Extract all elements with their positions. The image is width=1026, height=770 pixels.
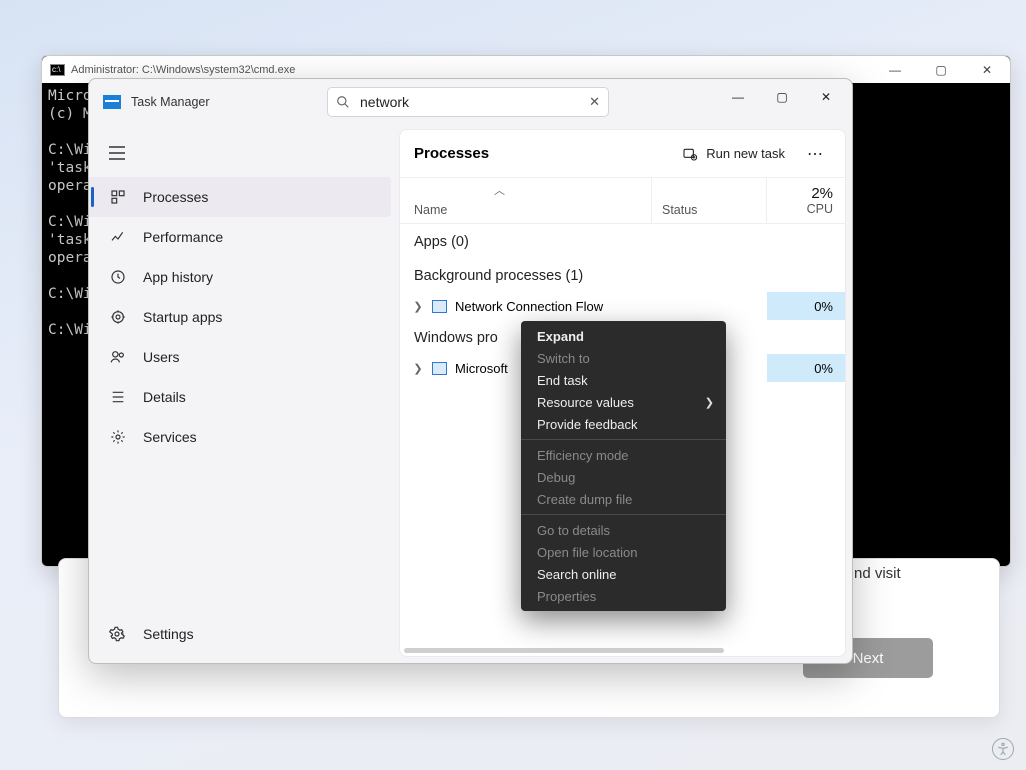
minimize-button[interactable]: ― <box>872 56 918 83</box>
run-task-label: Run new task <box>706 146 785 161</box>
process-name: Network Connection Flow <box>455 299 603 314</box>
chevron-right-icon[interactable]: ❯ <box>412 362 424 375</box>
sidebar-item-startup-apps[interactable]: Startup apps <box>89 297 391 337</box>
sidebar-item-services[interactable]: Services <box>89 417 391 457</box>
sidebar-item-label: Services <box>143 429 197 445</box>
process-name: Microsoft <box>455 361 508 376</box>
process-row[interactable]: ❯ Network Connection Flow 0% <box>400 292 845 320</box>
task-manager-icon <box>103 95 121 109</box>
users-icon <box>109 348 127 366</box>
context-menu: Expand Switch to End task Resource value… <box>521 321 726 611</box>
process-cpu: 0% <box>767 292 845 320</box>
sidebar-item-users[interactable]: Users <box>89 337 391 377</box>
ctx-open-file-location: Open file location <box>521 541 726 563</box>
sidebar-item-label: Details <box>143 389 186 405</box>
tm-minimize-button[interactable]: ― <box>716 79 760 115</box>
search-icon <box>336 95 350 109</box>
ctx-create-dump: Create dump file <box>521 488 726 510</box>
sidebar-item-label: Performance <box>143 229 223 245</box>
ctx-properties: Properties <box>521 585 726 607</box>
sidebar-item-label: Processes <box>143 189 208 205</box>
ctx-efficiency-mode: Efficiency mode <box>521 444 726 466</box>
startup-icon <box>109 308 127 326</box>
sidebar-item-settings[interactable]: Settings <box>89 613 399 655</box>
sort-chevron-up-icon[interactable]: ︿ <box>494 182 505 198</box>
terminal-icon: c:\ <box>50 64 65 76</box>
chevron-right-icon: ❯ <box>705 396 714 409</box>
run-new-task-button[interactable]: Run new task <box>674 142 793 166</box>
gear-icon <box>109 626 127 642</box>
tm-title: Task Manager <box>131 95 210 109</box>
performance-icon <box>109 228 127 246</box>
details-icon <box>109 388 127 406</box>
sidebar-item-label: App history <box>143 269 213 285</box>
group-background[interactable]: Background processes (1) <box>400 258 845 292</box>
clear-search-icon[interactable]: ✕ <box>589 94 600 110</box>
accessibility-icon[interactable] <box>992 738 1014 760</box>
run-task-icon <box>682 146 698 162</box>
maximize-button[interactable]: ▢ <box>918 56 964 83</box>
horizontal-scrollbar[interactable] <box>404 648 724 653</box>
sidebar-item-details[interactable]: Details <box>89 377 391 417</box>
tm-close-button[interactable]: ✕ <box>804 79 848 115</box>
process-icon <box>432 362 447 375</box>
ctx-search-online[interactable]: Search online <box>521 563 726 585</box>
col-cpu[interactable]: 2% CPU <box>767 178 845 223</box>
separator <box>521 439 726 440</box>
more-icon[interactable]: ⋯ <box>799 144 831 164</box>
separator <box>521 514 726 515</box>
task-manager-window: Task Manager ✕ ― ▢ ✕ Processes <box>88 78 853 664</box>
page-title: Processes <box>414 145 674 162</box>
tm-titlebar[interactable]: Task Manager ✕ ― ▢ ✕ <box>89 79 852 125</box>
sidebar: Processes Performance App history Startu… <box>89 125 399 663</box>
process-cpu: 0% <box>767 354 845 382</box>
sidebar-item-processes[interactable]: Processes <box>89 177 391 217</box>
bg-text-fragment: nd visit <box>854 565 901 582</box>
column-headers[interactable]: ︿ Name Status 2% CPU <box>400 178 845 224</box>
sidebar-item-label: Users <box>143 349 180 365</box>
settings-label: Settings <box>143 626 194 642</box>
cpu-total: 2% <box>811 185 833 202</box>
close-button[interactable]: ✕ <box>964 56 1010 83</box>
process-icon <box>432 300 447 313</box>
ctx-switch-to: Switch to <box>521 347 726 369</box>
ctx-expand[interactable]: Expand <box>521 325 726 347</box>
ctx-debug: Debug <box>521 466 726 488</box>
search-input[interactable] <box>360 94 589 110</box>
sidebar-item-label: Startup apps <box>143 309 222 325</box>
ctx-go-to-details: Go to details <box>521 519 726 541</box>
sidebar-item-performance[interactable]: Performance <box>89 217 391 257</box>
col-status[interactable]: Status <box>652 178 767 223</box>
services-icon <box>109 428 127 446</box>
ctx-end-task[interactable]: End task <box>521 369 726 391</box>
processes-icon <box>109 188 127 206</box>
history-icon <box>109 268 127 286</box>
search-box[interactable]: ✕ <box>327 87 609 117</box>
ctx-resource-values[interactable]: Resource values❯ <box>521 391 726 413</box>
sidebar-item-app-history[interactable]: App history <box>89 257 391 297</box>
col-name[interactable]: Name <box>400 178 652 223</box>
cmd-title: Administrator: C:\Windows\system32\cmd.e… <box>71 64 872 76</box>
ctx-provide-feedback[interactable]: Provide feedback <box>521 413 726 435</box>
chevron-right-icon[interactable]: ❯ <box>412 300 424 313</box>
hamburger-icon[interactable] <box>101 137 133 169</box>
tm-maximize-button[interactable]: ▢ <box>760 79 804 115</box>
group-apps[interactable]: Apps (0) <box>400 224 845 258</box>
